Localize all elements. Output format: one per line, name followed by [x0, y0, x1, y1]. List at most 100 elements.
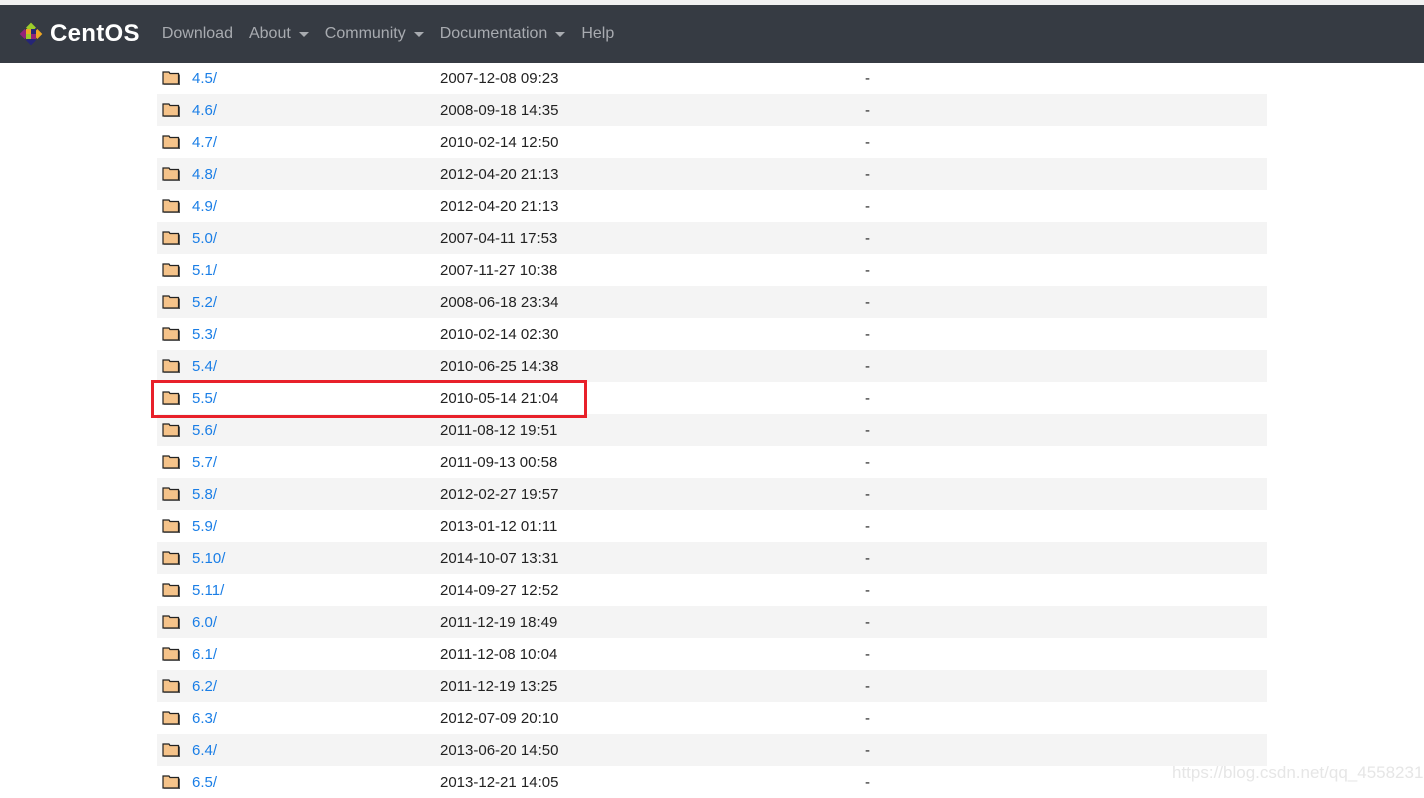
- folder-icon: [162, 135, 180, 149]
- folder-link[interactable]: 4.5/: [192, 70, 217, 87]
- folder-link[interactable]: 6.1/: [192, 646, 217, 663]
- centos-logo[interactable]: CentOS: [17, 20, 140, 48]
- directory-listing: 4.5/ 2007-12-08 09:23 - 4.6/ 2008-09-18 …: [157, 62, 1267, 798]
- file-size: -: [865, 613, 870, 631]
- folder-link[interactable]: 6.3/: [192, 710, 217, 727]
- folder-link[interactable]: 4.8/: [192, 166, 217, 183]
- folder-link[interactable]: 6.4/: [192, 742, 217, 759]
- modified-date: 2013-12-21 14:05: [440, 773, 559, 791]
- table-row: 5.9/ 2013-01-12 01:11 -: [157, 510, 1267, 542]
- caret-down-icon: [413, 31, 424, 37]
- table-row: 5.4/ 2010-06-25 14:38 -: [157, 350, 1267, 382]
- file-size: -: [865, 517, 870, 535]
- folder-link[interactable]: 4.6/: [192, 102, 217, 119]
- nav-item-label: Documentation: [439, 25, 548, 42]
- folder-icon: [162, 263, 180, 277]
- folder-icon: [162, 359, 180, 373]
- modified-date: 2007-11-27 10:38: [440, 261, 558, 279]
- folder-link[interactable]: 5.6/: [192, 422, 217, 439]
- folder-link[interactable]: 6.0/: [192, 614, 217, 631]
- file-size: -: [865, 485, 870, 503]
- folder-link[interactable]: 5.2/: [192, 294, 217, 311]
- file-size: -: [865, 165, 870, 183]
- modified-date: 2011-12-19 18:49: [440, 613, 558, 631]
- folder-link[interactable]: 5.9/: [192, 518, 217, 535]
- folder-icon: [162, 615, 180, 629]
- nav-item-help[interactable]: Help: [581, 25, 614, 43]
- file-size: -: [865, 645, 870, 663]
- folder-icon: [162, 743, 180, 757]
- modified-date: 2013-06-20 14:50: [440, 741, 559, 759]
- modified-date: 2012-04-20 21:13: [440, 165, 559, 183]
- folder-icon: [162, 167, 180, 181]
- modified-date: 2012-07-09 20:10: [440, 709, 559, 727]
- table-row: 4.6/ 2008-09-18 14:35 -: [157, 94, 1267, 126]
- folder-link[interactable]: 5.3/: [192, 326, 217, 343]
- file-size: -: [865, 293, 870, 311]
- folder-link[interactable]: 4.7/: [192, 134, 217, 151]
- table-row: 5.1/ 2007-11-27 10:38 -: [157, 254, 1267, 286]
- folder-icon: [162, 487, 180, 501]
- nav-item-about[interactable]: About: [249, 25, 309, 43]
- file-size: -: [865, 581, 870, 599]
- folder-link[interactable]: 5.11/: [192, 582, 224, 599]
- table-row: 5.3/ 2010-02-14 02:30 -: [157, 318, 1267, 350]
- file-size: -: [865, 773, 870, 791]
- modified-date: 2011-12-08 10:04: [440, 645, 558, 663]
- file-size: -: [865, 741, 870, 759]
- table-row: 5.11/ 2014-09-27 12:52 -: [157, 574, 1267, 606]
- modified-date: 2011-09-13 00:58: [440, 453, 558, 471]
- folder-icon: [162, 71, 180, 85]
- folder-link[interactable]: 5.4/: [192, 358, 217, 375]
- modified-date: 2014-10-07 13:31: [440, 549, 559, 567]
- folder-link[interactable]: 5.8/: [192, 486, 217, 503]
- watermark: https://blog.csdn.net/qq_45582319: [1172, 763, 1424, 782]
- table-row: 6.4/ 2013-06-20 14:50 -: [157, 734, 1267, 766]
- modified-date: 2007-12-08 09:23: [440, 69, 559, 87]
- modified-date: 2010-06-25 14:38: [440, 357, 559, 375]
- folder-icon: [162, 551, 180, 565]
- modified-date: 2010-02-14 12:50: [440, 133, 559, 151]
- brand-name: CentOS: [50, 20, 140, 47]
- file-size: -: [865, 101, 870, 119]
- table-row: 6.5/ 2013-12-21 14:05 -: [157, 766, 1267, 798]
- nav-item-community[interactable]: Community: [325, 25, 424, 43]
- folder-icon: [162, 295, 180, 309]
- table-row: 5.0/ 2007-04-11 17:53 -: [157, 222, 1267, 254]
- modified-date: 2008-09-18 14:35: [440, 101, 559, 119]
- table-row: 6.1/ 2011-12-08 10:04 -: [157, 638, 1267, 670]
- caret-down-icon: [555, 31, 566, 37]
- file-size: -: [865, 197, 870, 215]
- folder-link[interactable]: 6.2/: [192, 678, 217, 695]
- folder-icon: [162, 231, 180, 245]
- table-row: 5.2/ 2008-06-18 23:34 -: [157, 286, 1267, 318]
- folder-link[interactable]: 4.9/: [192, 198, 217, 215]
- folder-link[interactable]: 5.1/: [192, 262, 217, 279]
- table-row: 5.8/ 2012-02-27 19:57 -: [157, 478, 1267, 510]
- nav-item-label: About: [248, 25, 291, 42]
- table-row: 5.10/ 2014-10-07 13:31 -: [157, 542, 1267, 574]
- file-size: -: [865, 549, 870, 567]
- file-size: -: [865, 261, 870, 279]
- folder-icon: [162, 327, 180, 341]
- folder-link[interactable]: 5.7/: [192, 454, 217, 471]
- table-row: 6.2/ 2011-12-19 13:25 -: [157, 670, 1267, 702]
- nav-item-documentation[interactable]: Documentation: [440, 25, 566, 43]
- file-size: -: [865, 357, 870, 375]
- file-size: -: [865, 389, 870, 407]
- modified-date: 2007-04-11 17:53: [440, 229, 558, 247]
- nav-item-label: Help: [581, 25, 615, 42]
- folder-link[interactable]: 6.5/: [192, 774, 217, 791]
- folder-link[interactable]: 5.10/: [192, 550, 225, 567]
- folder-icon: [162, 103, 180, 117]
- folder-link[interactable]: 5.0/: [192, 230, 217, 247]
- nav-item-download[interactable]: Download: [162, 25, 233, 43]
- file-size: -: [865, 69, 870, 87]
- table-row: 4.8/ 2012-04-20 21:13 -: [157, 158, 1267, 190]
- modified-date: 2010-02-14 02:30: [440, 325, 559, 343]
- folder-icon: [162, 775, 180, 789]
- file-size: -: [865, 453, 870, 471]
- folder-icon: [162, 711, 180, 725]
- modified-date: 2011-12-19 13:25: [440, 677, 558, 695]
- caret-down-icon: [298, 31, 309, 37]
